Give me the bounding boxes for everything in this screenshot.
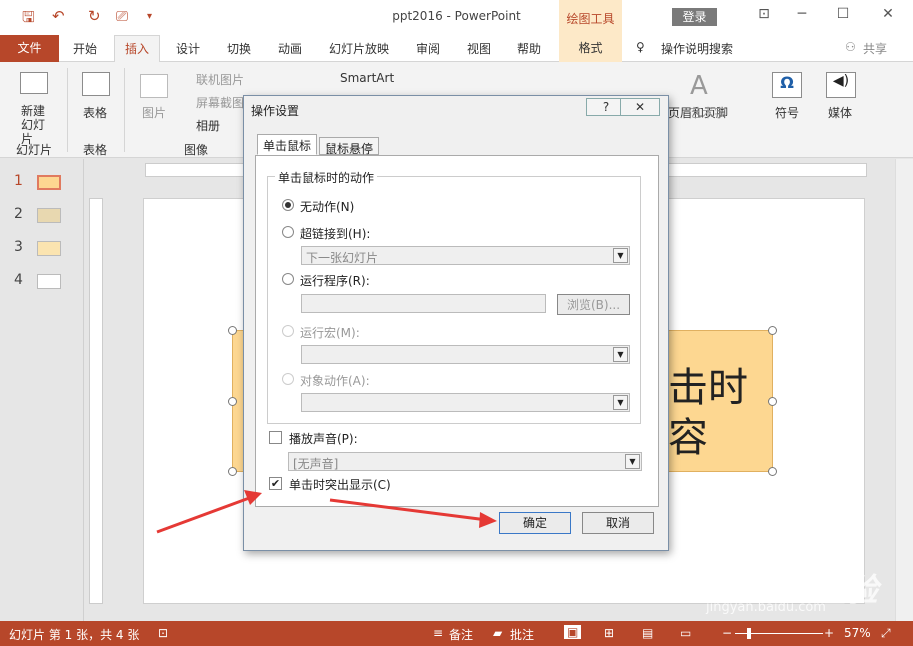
arrow-to-ok bbox=[329, 498, 488, 522]
fit-slide-icon[interactable]: ⤢ bbox=[881, 626, 891, 641]
spellcheck-icon[interactable]: ⊡ bbox=[158, 626, 168, 640]
notes-icon[interactable]: ≡ bbox=[433, 626, 443, 640]
zoom-level[interactable]: 57% bbox=[844, 626, 871, 640]
arrow-head bbox=[479, 512, 497, 528]
reading-view-icon[interactable]: ▤ bbox=[642, 626, 653, 640]
zoom-thumb[interactable] bbox=[747, 628, 751, 639]
comments-button[interactable]: 批注 bbox=[510, 626, 534, 643]
zoom-in-icon[interactable]: + bbox=[824, 626, 834, 640]
slideshow-icon[interactable]: ▭ bbox=[680, 626, 691, 640]
arrow-to-checkbox bbox=[156, 495, 253, 534]
status-bar: 幻灯片 第 1 张，共 4 张 ⊡ ≡ 备注 ▰ 批注 ▣ ⊞ ▤ ▭ − + … bbox=[0, 621, 913, 646]
notes-button[interactable]: 备注 bbox=[449, 626, 473, 643]
comments-icon[interactable]: ▰ bbox=[493, 626, 502, 640]
normal-view-icon[interactable]: ▣ bbox=[564, 625, 582, 639]
slide-sorter-icon[interactable]: ⊞ bbox=[604, 626, 614, 640]
annotation-arrows bbox=[156, 490, 497, 534]
tab-mouse-click[interactable]: 单击鼠标 bbox=[257, 134, 318, 155]
zoom-out-icon[interactable]: − bbox=[722, 626, 732, 640]
watermark-url: jingyan.baidu.com bbox=[706, 600, 826, 615]
slide-info: 幻灯片 第 1 张，共 4 张 bbox=[9, 628, 140, 642]
